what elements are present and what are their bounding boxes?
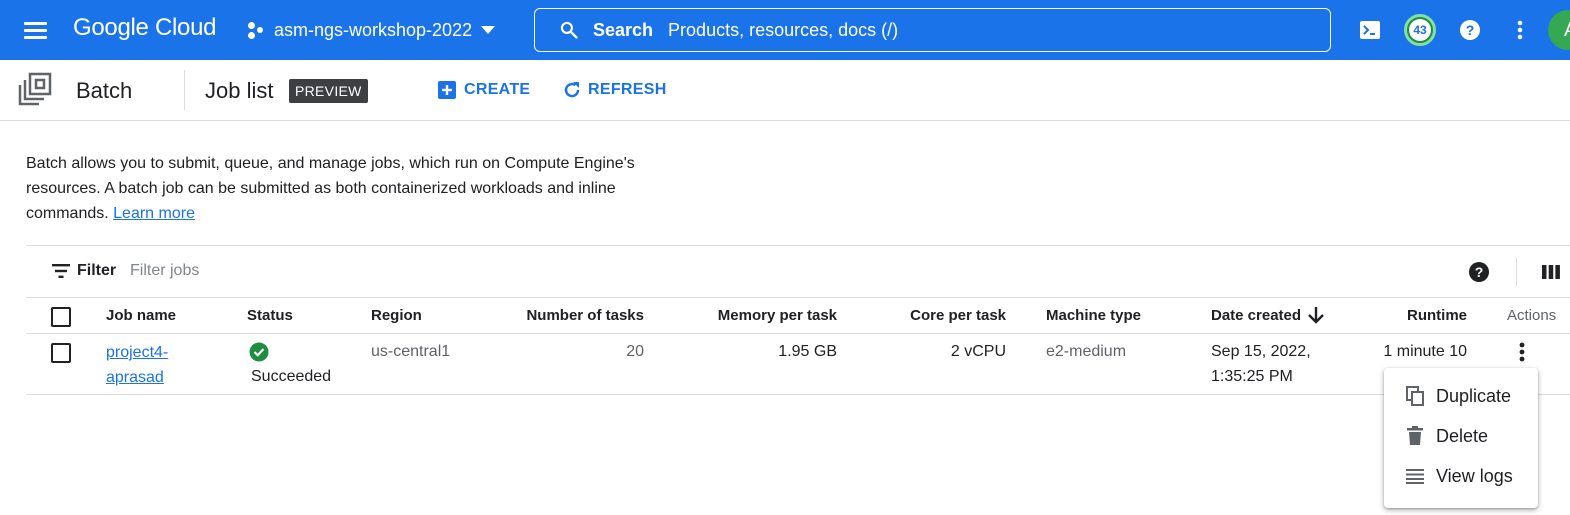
column-header-tasks[interactable]: Number of tasks [504,307,644,324]
column-header-core[interactable]: Core per task [866,307,1006,324]
date-created-line-1: Sep 15, 2022, [1211,343,1311,360]
preview-badge: PREVIEW [289,79,368,103]
columns-icon[interactable] [1540,261,1562,283]
search-bar[interactable]: Search Products, resources, docs (/) [534,8,1331,52]
google-cloud-logo[interactable]: Google Cloud [73,14,216,42]
column-header-region[interactable]: Region [371,307,422,324]
batch-icon [18,72,52,106]
refresh-label: REFRESH [588,81,667,98]
cloud-shell-icon[interactable] [1354,14,1386,46]
more-vert-icon[interactable] [1504,14,1536,46]
search-input[interactable]: Products, resources, docs (/) [668,20,898,41]
row-checkbox[interactable] [51,343,71,363]
job-name-line-2: aprasad [106,369,164,386]
arrow-down-icon[interactable] [1306,305,1326,325]
svg-text:?: ? [1475,264,1484,280]
column-header-runtime[interactable]: Runtime [1367,307,1467,324]
create-label: CREATE [464,81,531,98]
region-cell: us-central1 [371,343,451,360]
date-created-line-2: 1:35:25 PM [1211,368,1293,385]
notifications-badge[interactable]: 43 [1404,14,1436,46]
tasks-cell: 20 [626,343,644,360]
search-label: Search [593,19,654,40]
filter-icon [52,264,70,278]
filter-button[interactable]: Filter [52,262,116,280]
copy-icon [1406,386,1424,406]
job-name-link[interactable]: project4- aprasad [106,340,168,390]
page-description: Batch allows you to submit, queue, and m… [26,151,666,226]
svg-text:?: ? [1466,22,1475,38]
memory-cell: 1.95 GB [778,343,837,360]
column-header-machine-type[interactable]: Machine type [1046,307,1141,324]
divider [1516,258,1517,286]
menu-item-label: Duplicate [1436,385,1512,406]
column-header-status[interactable]: Status [247,307,293,324]
list-icon [1406,469,1424,484]
search-icon [560,21,578,39]
trash-icon [1407,426,1423,445]
column-header-job-name[interactable]: Job name [106,307,176,324]
project-name: asm-ngs-workshop-2022 [274,19,473,40]
add-icon [438,81,456,99]
menu-item-delete[interactable]: Delete [1384,416,1538,456]
column-header-memory[interactable]: Memory per task [697,307,837,324]
help-icon[interactable]: ? [1468,261,1490,283]
create-button[interactable]: CREATE [438,78,530,102]
status-text: Succeeded [251,368,332,385]
filter-input[interactable]: Filter jobs [130,262,730,280]
project-icon [246,20,266,40]
menu-item-label: View logs [1436,465,1513,486]
chevron-down-icon [481,26,496,34]
column-header-date-created[interactable]: Date created [1211,307,1301,324]
core-cell: 2 vCPU [950,343,1006,360]
refresh-button[interactable]: REFRESH [562,78,667,102]
product-title: Batch [76,78,133,103]
project-selector[interactable]: asm-ngs-workshop-2022 [246,14,496,46]
check-circle-icon [249,342,269,362]
help-icon[interactable]: ? [1454,14,1486,46]
row-actions-menu: Duplicate Delete View logs [1384,368,1538,508]
machine-type-cell: e2-medium [1046,343,1127,360]
divider [184,70,185,110]
job-name-line-1: project4- [106,344,169,361]
refresh-icon [564,82,580,98]
page-title: Job list [205,78,274,103]
runtime-cell: 1 minute 10 [1383,343,1467,360]
filter-label: Filter [77,262,117,279]
menu-icon[interactable] [20,16,50,44]
select-all-checkbox[interactable] [51,307,71,327]
menu-item-view-logs[interactable]: View logs [1384,456,1538,496]
column-header-actions: Actions [1507,307,1557,324]
menu-item-duplicate[interactable]: Duplicate [1384,376,1538,416]
learn-more-link[interactable]: Learn more [113,205,195,222]
more-vert-icon[interactable] [1518,342,1526,362]
menu-item-label: Delete [1436,425,1489,446]
notification-count: 43 [1409,19,1431,41]
